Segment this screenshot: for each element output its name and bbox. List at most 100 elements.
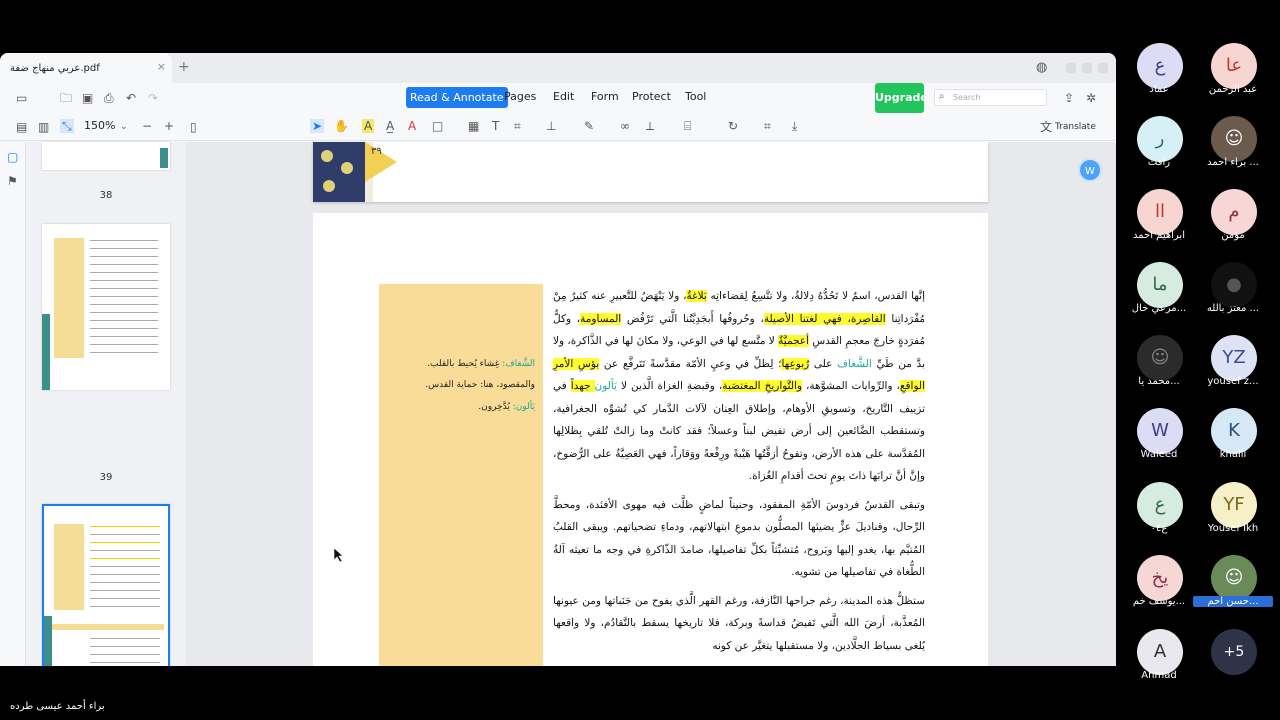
fit-width-icon[interactable]: ⤡: [60, 119, 74, 133]
select-tool-icon[interactable]: ➤: [310, 119, 325, 133]
avatar: ر: [1137, 116, 1183, 162]
share-icon[interactable]: ⇪: [1064, 91, 1074, 105]
avatar: ☺: [1211, 555, 1257, 601]
maximize-button[interactable]: [1082, 63, 1092, 73]
crop-icon[interactable]: ⌗: [764, 119, 771, 133]
avatar: يخ: [1137, 555, 1183, 601]
participant-tile[interactable]: ما مرعي خال...: [1119, 262, 1199, 336]
close-window-button[interactable]: [1098, 63, 1108, 73]
search-input[interactable]: ⌕ Search: [934, 89, 1047, 106]
page-number-39: 39: [99, 472, 113, 483]
thumbnail-page-39[interactable]: [42, 224, 170, 390]
text-tool-icon[interactable]: T: [492, 119, 499, 133]
avatar: YZ: [1211, 335, 1257, 381]
avatar: A: [1137, 629, 1183, 675]
two-page-icon[interactable]: ▥: [38, 120, 49, 134]
zoom-level[interactable]: 150%: [84, 119, 115, 132]
ocr-icon[interactable]: ⌸: [684, 119, 691, 133]
side-panel-strip: ▢ ⚑: [0, 142, 26, 666]
avatar: ما: [1137, 262, 1183, 308]
translate-button[interactable]: Translate: [1055, 120, 1096, 134]
more-participants-count: +5: [1211, 629, 1257, 675]
menu-pages[interactable]: Pages: [504, 90, 536, 103]
participant-name: عبد الرحمن: [1208, 84, 1258, 95]
participant-name: عماد: [1149, 84, 1169, 95]
participant-tile[interactable]: عا عبد الرحمن: [1193, 43, 1273, 117]
measure-icon[interactable]: ⟂: [646, 119, 654, 133]
signature-icon[interactable]: ✎: [584, 119, 594, 133]
page-settings-icon[interactable]: ▯: [190, 120, 197, 134]
ai-assistant-button[interactable]: W: [1078, 158, 1102, 182]
new-tab-icon[interactable]: +: [178, 59, 190, 75]
participant-tile[interactable]: W Waleed: [1119, 408, 1199, 482]
redo-icon[interactable]: ↷: [148, 91, 158, 105]
participant-tile[interactable]: YZ yousef z...: [1193, 335, 1273, 409]
participant-tile[interactable]: ☺ براء أحمد ...: [1193, 116, 1273, 190]
thumbnail-page-38[interactable]: [42, 142, 170, 170]
folder-icon[interactable]: 🗀: [60, 91, 72, 105]
participant-tile[interactable]: اا ابراهيم احمد: [1119, 189, 1199, 263]
participant-tile[interactable]: ر رأفت: [1119, 116, 1199, 190]
download-icon[interactable]: ⤓: [792, 119, 797, 133]
participant-name: ابراهيم احمد: [1133, 230, 1185, 241]
menu-read-annotate[interactable]: Read & Annotate: [406, 87, 508, 108]
participant-tile[interactable]: ☺ حسن احم...: [1193, 555, 1273, 629]
zoom-out-icon[interactable]: −: [142, 119, 152, 133]
highlight-icon[interactable]: A: [362, 119, 375, 133]
more-participants-tile[interactable]: +5: [1193, 629, 1273, 703]
thumbnails-icon[interactable]: ▢: [7, 150, 18, 164]
participant-tile[interactable]: ع عماد: [1119, 43, 1199, 117]
participant-tile[interactable]: ع ع٠٤: [1119, 482, 1199, 556]
paragraph-2: وتبقى القدسُ فردوسَ الأمّةِ المفقود، وحن…: [553, 498, 925, 579]
menu-protect[interactable]: Protect: [632, 90, 671, 103]
participant-tile[interactable]: K khalil: [1193, 408, 1273, 482]
document-tab[interactable]: عربي منهاج ضفة.pdf ×: [0, 53, 172, 83]
avatar: م: [1211, 189, 1257, 235]
participant-tile[interactable]: ● معتز بالله ...: [1193, 262, 1273, 336]
main-toolbar: ▭ 🗀 ▣ ⎙ ↶ ↷ Read & Annotate Pages Edit F…: [0, 83, 1116, 113]
rotate-icon[interactable]: ↻: [728, 119, 738, 133]
participant-name: Yousef Ikh: [1207, 523, 1259, 534]
shape-icon[interactable]: □: [432, 119, 443, 133]
upgrade-button[interactable]: Upgrade: [875, 83, 928, 113]
settings-icon[interactable]: ✲: [1086, 91, 1096, 105]
bookmark-icon[interactable]: ⚑: [7, 174, 18, 188]
textbox-icon[interactable]: ⌗: [514, 119, 521, 133]
page-decoration-icon: [313, 142, 373, 202]
page-view-icon[interactable]: ▤: [16, 120, 27, 134]
participant-tile[interactable]: م مؤمن: [1193, 189, 1273, 263]
sidebar-toggle-icon[interactable]: ▭: [16, 91, 27, 105]
participant-name: حسن احم...: [1193, 596, 1273, 607]
strikethrough-icon[interactable]: A: [408, 119, 416, 133]
image-icon[interactable]: ▦: [468, 119, 479, 133]
menu-tool[interactable]: Tool: [685, 90, 706, 103]
globe-icon[interactable]: ◍: [1036, 61, 1047, 75]
participant-tile[interactable]: يخ يوسف خم...: [1119, 555, 1199, 629]
zoom-in-icon[interactable]: +: [164, 119, 174, 133]
article-text[interactable]: إنَّها القدس، اسمٌ لا تَحُدُّهُ دِلالةٌ،…: [553, 285, 925, 663]
participant-name: ع٠٤: [1150, 523, 1168, 534]
presenter-name: براء أحمد عيسى طرده: [10, 701, 105, 712]
paragraph-3: ستظلُّ هذه المدينة، رغم جراحها النَّازفة…: [553, 594, 925, 652]
participant-tile[interactable]: ☺ محمد يا...: [1119, 335, 1199, 409]
participant-tile[interactable]: A Ahmad: [1119, 629, 1199, 703]
minimize-button[interactable]: [1066, 63, 1076, 73]
translate-icon[interactable]: 文: [1040, 120, 1052, 134]
undo-icon[interactable]: ↶: [126, 91, 136, 105]
participant-name: مؤمن: [1221, 230, 1245, 241]
print-icon[interactable]: ⎙: [104, 91, 114, 105]
close-tab-icon[interactable]: ×: [157, 60, 166, 73]
participant-tile[interactable]: YF Yousef Ikh: [1193, 482, 1273, 556]
menu-form[interactable]: Form: [591, 90, 619, 103]
avatar: ع: [1137, 43, 1183, 89]
stamp-icon[interactable]: ⊥: [546, 119, 556, 133]
thumbnail-page-40[interactable]: [42, 504, 170, 666]
link-icon[interactable]: ∞: [620, 119, 630, 133]
document-canvas[interactable]: ٣٩ الشَّغاف: غِشاء يُحيط بالقلب. والمقصو…: [186, 142, 1116, 666]
hand-tool-icon[interactable]: ✋: [334, 119, 349, 133]
underline-icon[interactable]: A̲: [386, 119, 394, 133]
menu-edit[interactable]: Edit: [553, 90, 574, 103]
save-icon[interactable]: ▣: [82, 91, 93, 105]
zoom-dropdown-icon[interactable]: ⌄: [120, 120, 128, 134]
participant-name: يوسف خم...: [1132, 596, 1186, 607]
